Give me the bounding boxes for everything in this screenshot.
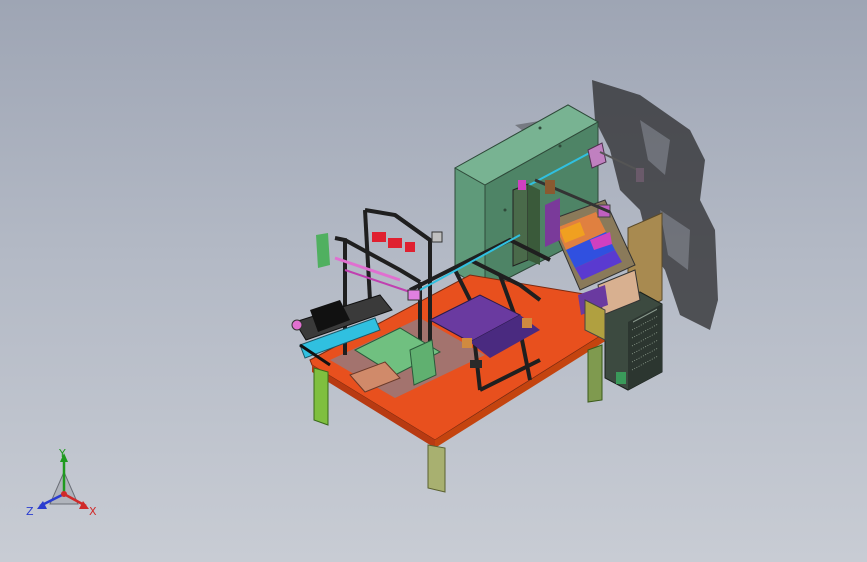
x-axis-label: X [89, 505, 97, 518]
y-axis-label: Y [59, 447, 66, 460]
z-axis-label: Z [26, 505, 34, 518]
cad-machine-model[interactable] [0, 0, 867, 562]
cad-viewport[interactable]: Y Z X [0, 0, 867, 562]
coordinate-triad: Y Z X [26, 448, 106, 528]
